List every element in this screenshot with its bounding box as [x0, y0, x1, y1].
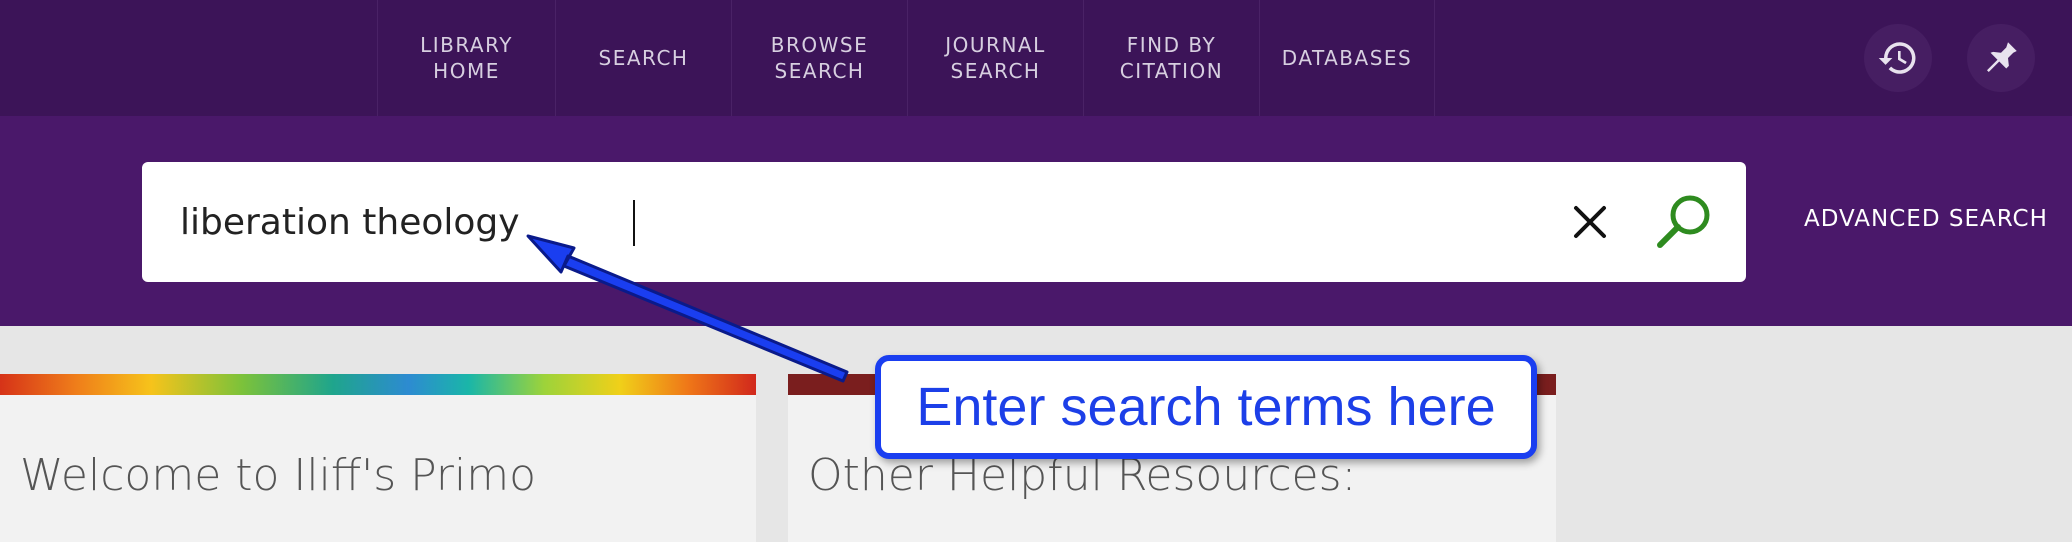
nav-browse-search[interactable]: BROWSE SEARCH: [731, 0, 907, 116]
nav-databases[interactable]: DATABASES: [1259, 0, 1435, 116]
nav-find-by-citation[interactable]: FIND BY CITATION: [1083, 0, 1259, 116]
annotation-callout: Enter search terms here: [875, 355, 1537, 459]
search-input[interactable]: [180, 192, 1560, 252]
top-navigation-bar: LIBRARY HOME SEARCH BROWSE SEARCH JOURNA…: [0, 0, 2072, 116]
nav-library-home[interactable]: LIBRARY HOME: [377, 0, 555, 116]
card-banner-image: [0, 374, 756, 395]
welcome-card: Welcome to Iliff's Primo: [0, 374, 756, 542]
search-box: [142, 162, 1746, 282]
text-caret: [633, 200, 635, 246]
search-icon: [1657, 195, 1710, 248]
search-band: ADVANCED SEARCH: [0, 116, 2072, 326]
close-icon: [1574, 206, 1606, 238]
main-nav: LIBRARY HOME SEARCH BROWSE SEARCH JOURNA…: [377, 0, 1435, 116]
card-title: Welcome to Iliff's Primo: [20, 450, 537, 501]
pinned-items-button[interactable]: [1967, 24, 2035, 92]
search-history-button[interactable]: [1864, 24, 1932, 92]
nav-search[interactable]: SEARCH: [555, 0, 731, 116]
clear-search-button[interactable]: [1560, 192, 1620, 252]
advanced-search-link[interactable]: ADVANCED SEARCH: [1804, 206, 2048, 232]
pin-icon: [1987, 42, 2017, 72]
nav-journal-search[interactable]: JOURNAL SEARCH: [907, 0, 1083, 116]
history-icon: [1878, 42, 1916, 74]
search-submit-button[interactable]: [1650, 188, 1718, 256]
annotation-text: Enter search terms here: [916, 377, 1496, 437]
